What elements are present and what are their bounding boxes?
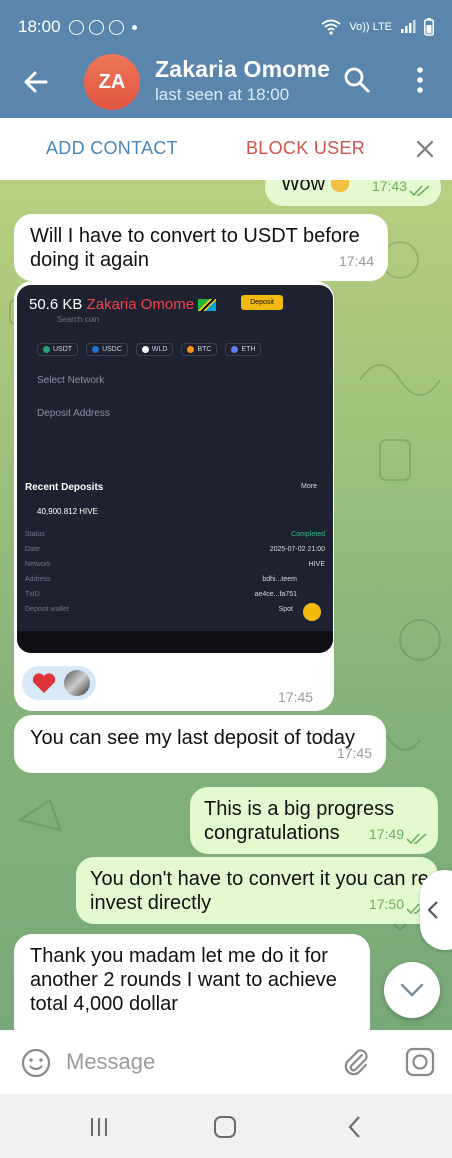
field-label: TxID bbox=[25, 591, 40, 598]
field-label: Status bbox=[25, 531, 45, 538]
coin-chips: USDT USDC WLD BTC ETH bbox=[37, 343, 262, 356]
recents-icon[interactable] bbox=[86, 1114, 112, 1140]
deposit-screenshot-image[interactable]: 50.6 KB Zakaria Omome Deposit Search coi… bbox=[17, 285, 333, 653]
contact-action-bar: ADD CONTACT BLOCK USER bbox=[0, 118, 452, 180]
back-arrow-icon[interactable] bbox=[20, 66, 52, 98]
field-value: bdhi...teem bbox=[262, 576, 297, 583]
message-text: Thank you madam let me do it for another… bbox=[30, 945, 337, 1015]
field-label: Date bbox=[25, 546, 40, 553]
message-time: 17:49 bbox=[368, 826, 404, 842]
chat-messages[interactable]: Wow 17:43 Will I have to convert to USDT… bbox=[0, 180, 452, 1030]
message-incoming[interactable]: Thank you madam let me do it for another… bbox=[14, 934, 370, 1030]
message-reactions[interactable] bbox=[22, 666, 96, 700]
more-vertical-icon[interactable] bbox=[408, 66, 432, 94]
double-check-icon bbox=[409, 185, 430, 197]
message-time: 17:44 bbox=[338, 253, 374, 269]
field-value: 2025-07-02 21:00 bbox=[269, 546, 325, 553]
recent-deposits-title: Recent Deposits bbox=[25, 482, 104, 493]
deposit-button: Deposit bbox=[241, 295, 283, 310]
coin-chip: BTC bbox=[181, 343, 218, 356]
side-panel-tab[interactable] bbox=[420, 870, 452, 950]
message-time: 17:45 bbox=[278, 689, 314, 705]
coin-chip: USDC bbox=[86, 343, 128, 356]
message-outgoing[interactable]: Wow 17:43 bbox=[265, 180, 441, 206]
field-value: HIVE bbox=[308, 561, 325, 568]
message-compose-bar bbox=[0, 1030, 452, 1094]
select-network-step: Select Network bbox=[37, 375, 105, 386]
battery-icon bbox=[424, 18, 434, 36]
system-icons: Vo)) LTE bbox=[321, 18, 434, 36]
message-input[interactable] bbox=[66, 1048, 326, 1076]
heart-icon[interactable] bbox=[32, 673, 56, 694]
status-time: 18:00 bbox=[18, 17, 61, 36]
message-time: 17:43 bbox=[371, 180, 407, 194]
message-text: Will I have to convert to USDT before do… bbox=[30, 225, 360, 271]
wifi-icon bbox=[321, 19, 341, 35]
message-time: 17:45 bbox=[336, 745, 372, 761]
vpn-icon bbox=[108, 19, 124, 35]
message-incoming[interactable]: Will I have to convert to USDT before do… bbox=[14, 214, 388, 281]
message-outgoing[interactable]: This is a big progress congratulations 1… bbox=[190, 787, 438, 854]
coin-chip: WLD bbox=[135, 343, 174, 356]
notification-icons bbox=[68, 19, 124, 35]
system-navigation-bar bbox=[0, 1094, 452, 1158]
coin-chip: ETH bbox=[225, 343, 262, 356]
message-text: Wow bbox=[281, 180, 326, 195]
network-label: Vo)) LTE bbox=[349, 21, 392, 33]
message-time: 17:50 bbox=[368, 896, 404, 912]
message-text: You can see my last deposit of today bbox=[30, 727, 356, 749]
deposit-address-step: Deposit Address bbox=[37, 408, 110, 419]
field-label: Deposit wallet bbox=[25, 606, 69, 613]
support-fab-icon bbox=[303, 603, 321, 621]
chat-header: ZA Zakaria Omome last seen at 18:00 bbox=[0, 54, 452, 118]
contact-name[interactable]: Zakaria Omome bbox=[155, 56, 330, 83]
image-size-label: 50.6 KB bbox=[29, 296, 83, 313]
add-contact-button[interactable]: ADD CONTACT bbox=[46, 138, 178, 159]
image-sender-name: Zakaria Omome bbox=[86, 296, 195, 313]
more-notifications-dot bbox=[131, 24, 137, 30]
block-user-button[interactable]: BLOCK USER bbox=[246, 138, 365, 159]
back-icon[interactable] bbox=[342, 1114, 368, 1140]
last-seen-status: last seen at 18:00 bbox=[155, 85, 290, 104]
close-icon[interactable] bbox=[413, 137, 437, 161]
coin-chip: USDT bbox=[37, 343, 79, 356]
field-value: Completed bbox=[291, 531, 325, 538]
scroll-to-bottom-button[interactable] bbox=[384, 962, 440, 1018]
status-bar: 18:00 Vo)) LTE bbox=[0, 0, 452, 54]
emoji-icon[interactable] bbox=[20, 1047, 52, 1079]
chevron-left-icon bbox=[427, 901, 438, 919]
field-label: Network bbox=[25, 561, 51, 568]
message-outgoing[interactable]: You don't have to convert it you can re … bbox=[76, 857, 438, 924]
emoji-ok-hand-icon bbox=[331, 180, 349, 192]
camera-icon[interactable] bbox=[404, 1046, 436, 1078]
message-incoming[interactable]: You can see my last deposit of today 17:… bbox=[14, 715, 386, 773]
search-icon[interactable] bbox=[343, 66, 371, 94]
field-value: ae4ce...fa751 bbox=[254, 591, 297, 598]
flag-icon bbox=[198, 299, 217, 312]
double-check-icon bbox=[406, 833, 427, 845]
home-icon[interactable] bbox=[212, 1114, 238, 1140]
search-coin-field: Search coin bbox=[57, 315, 100, 324]
image-phone-navbar bbox=[17, 631, 333, 653]
hive-amount: 40,900.812 HIVE bbox=[37, 507, 98, 516]
field-value: Spot bbox=[278, 606, 293, 613]
paperclip-icon[interactable] bbox=[340, 1046, 372, 1078]
more-link: More bbox=[301, 483, 317, 490]
chevron-down-icon bbox=[400, 983, 424, 997]
signal-icon bbox=[401, 20, 416, 33]
reactor-avatar-icon bbox=[64, 670, 90, 696]
add-circle-icon bbox=[88, 19, 104, 35]
add-circle-icon bbox=[68, 19, 84, 35]
image-overlay: 50.6 KB Zakaria Omome bbox=[29, 296, 217, 313]
contact-avatar[interactable]: ZA bbox=[84, 54, 140, 110]
field-label: Address bbox=[25, 576, 51, 583]
